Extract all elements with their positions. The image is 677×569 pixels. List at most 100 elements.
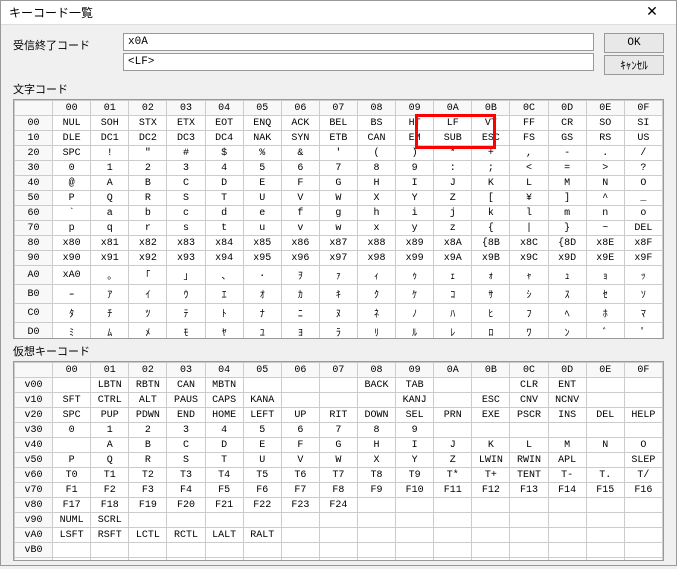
grid-cell[interactable]: NCNV [548, 393, 586, 408]
grid-cell[interactable]: F14 [548, 483, 586, 498]
grid-cell[interactable]: M [548, 176, 586, 191]
grid-cell[interactable] [396, 498, 434, 513]
grid-cell[interactable]: 1 [91, 161, 129, 176]
grid-cell[interactable]: x93 [167, 251, 205, 266]
grid-cell[interactable]: U [243, 191, 281, 206]
grid-cell[interactable]: P [53, 191, 91, 206]
grid-cell[interactable]: T [205, 453, 243, 468]
grid-cell[interactable]: % [243, 146, 281, 161]
grid-cell[interactable]: P [53, 453, 91, 468]
grid-cell[interactable]: ﾒ [129, 323, 167, 340]
grid-cell[interactable]: D [205, 438, 243, 453]
grid-cell[interactable] [624, 378, 662, 393]
grid-cell[interactable]: DC3 [167, 131, 205, 146]
grid-cell[interactable]: 2 [129, 423, 167, 438]
grid-cell[interactable]: 6 [281, 423, 319, 438]
grid-cell[interactable]: ﾃ [167, 304, 205, 323]
grid-cell[interactable] [434, 393, 472, 408]
grid-cell[interactable]: ｶ [281, 285, 319, 304]
grid-cell[interactable]: ﾁ [91, 304, 129, 323]
grid-cell[interactable]: O [624, 176, 662, 191]
grid-cell[interactable]: o [624, 206, 662, 221]
grid-cell[interactable] [472, 543, 510, 558]
grid-cell[interactable]: 6 [281, 161, 319, 176]
grid-cell[interactable]: F21 [205, 498, 243, 513]
grid-cell[interactable]: . [586, 146, 624, 161]
grid-cell[interactable] [167, 513, 205, 528]
grid-cell[interactable]: F24 [319, 498, 357, 513]
grid-cell[interactable]: 5 [243, 423, 281, 438]
grid-cell[interactable]: ｻ [472, 285, 510, 304]
grid-cell[interactable]: L [510, 176, 548, 191]
grid-cell[interactable] [586, 423, 624, 438]
grid-cell[interactable]: CTRL [91, 393, 129, 408]
grid-cell[interactable] [53, 558, 91, 562]
grid-cell[interactable]: w [319, 221, 357, 236]
grid-cell[interactable]: ? [624, 161, 662, 176]
grid-cell[interactable]: Q [91, 453, 129, 468]
grid-cell[interactable] [129, 513, 167, 528]
grid-cell[interactable]: F5 [205, 483, 243, 498]
grid-cell[interactable]: B [129, 176, 167, 191]
grid-cell[interactable]: ﾀ [53, 304, 91, 323]
grid-cell[interactable] [472, 498, 510, 513]
grid-cell[interactable] [281, 513, 319, 528]
grid-cell[interactable]: HELP [624, 408, 662, 423]
grid-cell[interactable]: T/ [624, 468, 662, 483]
grid-cell[interactable]: ｸ [357, 285, 395, 304]
grid-cell[interactable]: TENT [510, 468, 548, 483]
grid-cell[interactable]: x99 [396, 251, 434, 266]
grid-cell[interactable]: G [319, 438, 357, 453]
grid-cell[interactable]: SCRL [91, 513, 129, 528]
grid-cell[interactable]: W [319, 453, 357, 468]
grid-cell[interactable]: ｽ [548, 285, 586, 304]
grid-cell[interactable]: ~ [586, 221, 624, 236]
code-value-input[interactable] [123, 33, 594, 51]
grid-cell[interactable]: n [586, 206, 624, 221]
grid-cell[interactable]: F22 [243, 498, 281, 513]
grid-cell[interactable]: SPC [53, 146, 91, 161]
grid-cell[interactable] [53, 378, 91, 393]
grid-cell[interactable] [624, 528, 662, 543]
grid-cell[interactable]: x9E [586, 251, 624, 266]
grid-cell[interactable]: F4 [167, 483, 205, 498]
grid-cell[interactable] [357, 558, 395, 562]
grid-cell[interactable]: $ [205, 146, 243, 161]
grid-cell[interactable]: x94 [205, 251, 243, 266]
grid-cell[interactable] [434, 528, 472, 543]
grid-cell[interactable]: { [472, 221, 510, 236]
grid-cell[interactable]: L [510, 438, 548, 453]
grid-cell[interactable]: DC1 [91, 131, 129, 146]
grid-cell[interactable]: VT [472, 116, 510, 131]
ok-button[interactable]: OK [604, 33, 664, 53]
grid-cell[interactable]: * [434, 146, 472, 161]
grid-cell[interactable] [548, 558, 586, 562]
grid-cell[interactable]: u [243, 221, 281, 236]
grid-cell[interactable]: 4 [205, 161, 243, 176]
grid-cell[interactable]: F10 [396, 483, 434, 498]
grid-cell[interactable]: BACK [357, 378, 395, 393]
grid-cell[interactable]: J [434, 438, 472, 453]
grid-cell[interactable]: CAPS [205, 393, 243, 408]
grid-cell[interactable]: DEL [586, 408, 624, 423]
grid-cell[interactable]: CAN [357, 131, 395, 146]
grid-cell[interactable]: ﾆ [281, 304, 319, 323]
grid-cell[interactable]: T- [548, 468, 586, 483]
grid-cell[interactable]: DEL [624, 221, 662, 236]
grid-cell[interactable]: ﾘ [357, 323, 395, 340]
grid-cell[interactable]: d [205, 206, 243, 221]
grid-cell[interactable]: END [167, 408, 205, 423]
grid-cell[interactable] [205, 558, 243, 562]
grid-cell[interactable]: STX [129, 116, 167, 131]
grid-cell[interactable]: N [586, 176, 624, 191]
grid-cell[interactable]: a [91, 206, 129, 221]
grid-cell[interactable] [586, 393, 624, 408]
grid-cell[interactable]: ESC [472, 131, 510, 146]
grid-cell[interactable]: ﾓ [167, 323, 205, 340]
grid-cell[interactable]: HT [396, 116, 434, 131]
grid-cell[interactable] [624, 513, 662, 528]
grid-cell[interactable]: T9 [396, 468, 434, 483]
grid-cell[interactable]: X [357, 453, 395, 468]
grid-cell[interactable]: x [357, 221, 395, 236]
grid-cell[interactable]: x84 [205, 236, 243, 251]
